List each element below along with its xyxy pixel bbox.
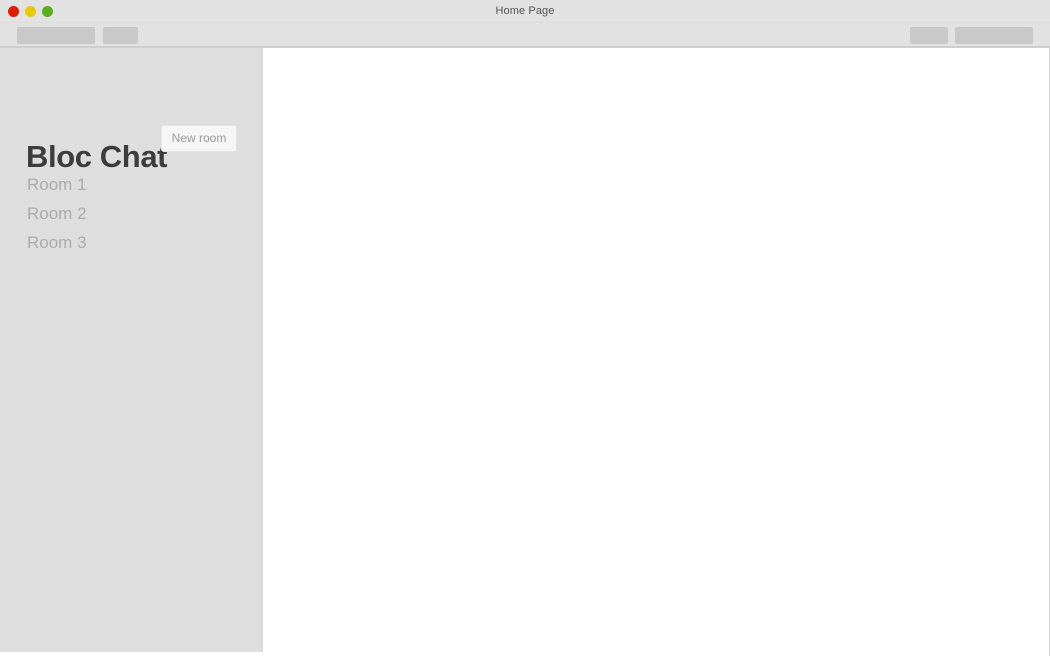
page-viewport: Bloc Chat New room Room 1 Room 2 Room 3 [0, 48, 1050, 656]
share-button[interactable] [910, 27, 948, 44]
reload-button[interactable] [103, 27, 138, 44]
browser-toolbar: http://www.webaddress.com [0, 23, 1050, 65]
sidebar: Bloc Chat New room Room 1 Room 2 Room 3 [0, 48, 262, 652]
new-room-button[interactable]: New room [161, 125, 237, 152]
page-title: Bloc Chat [26, 138, 168, 174]
chat-content-area [262, 48, 1049, 652]
navigation-buttons[interactable] [17, 27, 95, 44]
viewport-bottom-edge [0, 652, 1049, 656]
tabs-button[interactable] [955, 27, 1033, 44]
sidebar-item-room-3[interactable]: Room 3 [0, 228, 262, 257]
sidebar-item-room-2[interactable]: Room 2 [0, 199, 262, 228]
sidebar-item-room-1[interactable]: Room 1 [0, 170, 262, 199]
room-list: Room 1 Room 2 Room 3 [0, 170, 262, 257]
window-title: Home Page [495, 5, 555, 17]
window-title-bar: Home Page [0, 0, 1050, 23]
browser-window: Home Page http://www.webaddress.com Bloc… [0, 0, 1050, 656]
